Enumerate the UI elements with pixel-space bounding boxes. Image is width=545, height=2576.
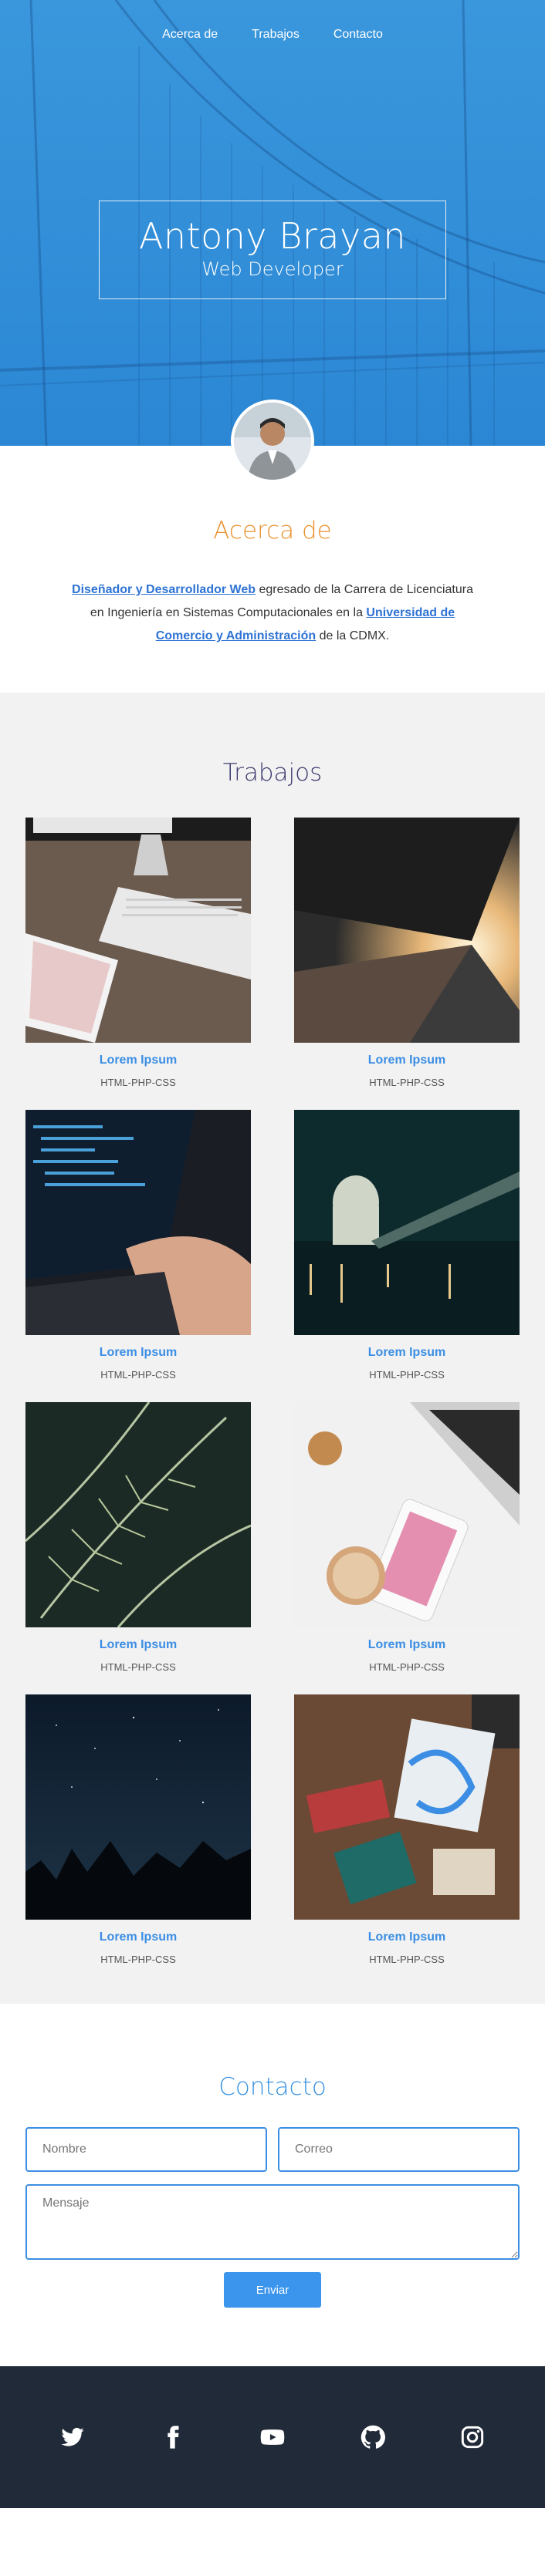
work-title[interactable]: Lorem Ipsum — [25, 1638, 251, 1652]
name-input[interactable] — [25, 2127, 267, 2172]
work-card[interactable]: Lorem Ipsum HTML-PHP-CSS — [294, 1402, 520, 1673]
hero-section: Acerca de Trabajos Contacto Antony Braya… — [0, 0, 545, 446]
work-image-city-night[interactable] — [294, 1110, 520, 1335]
message-input[interactable] — [25, 2184, 520, 2260]
about-text: Diseñador y Desarrollador Web egresado d… — [72, 578, 473, 648]
nav-link-acerca[interactable]: Acerca de — [145, 28, 235, 42]
work-image-laptop-code[interactable] — [25, 1110, 251, 1335]
hero-name: Antony Brayan — [138, 215, 407, 257]
contact-title: Contacto — [218, 2073, 327, 2101]
contact-section: Contacto Enviar — [0, 2004, 545, 2366]
work-title[interactable]: Lorem Ipsum — [25, 1930, 251, 1944]
twitter-icon[interactable] — [60, 2425, 85, 2450]
works-grid: Lorem Ipsum HTML-PHP-CSS Lorem Ipsum HTM… — [25, 818, 520, 1965]
work-subtitle: HTML-PHP-CSS — [369, 1661, 445, 1673]
social-links — [60, 2425, 485, 2450]
email-input[interactable] — [278, 2127, 520, 2172]
work-title[interactable]: Lorem Ipsum — [294, 1054, 520, 1067]
hero-title-box: Antony Brayan Web Developer — [99, 201, 446, 299]
avatar — [231, 400, 314, 483]
works-section: Trabajos Lorem Ipsum HTML-PHP-CSS Lorem … — [0, 693, 545, 2004]
about-section: Acerca de Diseñador y Desarrollador Web … — [0, 446, 545, 693]
work-image-imac-ipad[interactable] — [25, 818, 251, 1043]
work-subtitle: HTML-PHP-CSS — [100, 1077, 176, 1088]
work-title[interactable]: Lorem Ipsum — [294, 1638, 520, 1652]
work-card[interactable]: Lorem Ipsum HTML-PHP-CSS — [294, 818, 520, 1088]
work-image-ferns[interactable] — [25, 1402, 251, 1627]
nav-link-contacto[interactable]: Contacto — [317, 28, 400, 42]
works-title: Trabajos — [222, 759, 323, 787]
work-card[interactable]: Lorem Ipsum HTML-PHP-CSS — [294, 1694, 520, 1965]
work-card[interactable]: Lorem Ipsum HTML-PHP-CSS — [25, 1694, 251, 1965]
about-title: Acerca de — [213, 517, 332, 545]
send-button[interactable]: Enviar — [224, 2272, 321, 2308]
work-image-train-station[interactable] — [294, 818, 520, 1043]
work-subtitle: HTML-PHP-CSS — [369, 1369, 445, 1381]
work-subtitle: HTML-PHP-CSS — [369, 1077, 445, 1088]
about-link-profession[interactable]: Diseñador y Desarrollador Web — [72, 583, 256, 596]
main-nav: Acerca de Trabajos Contacto — [0, 28, 545, 42]
work-title[interactable]: Lorem Ipsum — [294, 1930, 520, 1944]
instagram-icon[interactable] — [460, 2425, 485, 2450]
work-subtitle: HTML-PHP-CSS — [369, 1954, 445, 1965]
nav-link-trabajos[interactable]: Trabajos — [235, 28, 317, 42]
work-title[interactable]: Lorem Ipsum — [294, 1346, 520, 1360]
work-card[interactable]: Lorem Ipsum HTML-PHP-CSS — [294, 1110, 520, 1381]
work-card[interactable]: Lorem Ipsum HTML-PHP-CSS — [25, 1110, 251, 1381]
work-card[interactable]: Lorem Ipsum HTML-PHP-CSS — [25, 1402, 251, 1673]
work-image-phone-desk[interactable] — [294, 1402, 520, 1627]
work-image-starry-night[interactable] — [25, 1694, 251, 1920]
youtube-icon[interactable] — [260, 2425, 285, 2450]
work-subtitle: HTML-PHP-CSS — [100, 1661, 176, 1673]
work-subtitle: HTML-PHP-CSS — [100, 1954, 176, 1965]
footer — [0, 2366, 545, 2508]
work-title[interactable]: Lorem Ipsum — [25, 1346, 251, 1360]
hero-role: Web Developer — [201, 258, 344, 280]
work-title[interactable]: Lorem Ipsum — [25, 1054, 251, 1067]
github-icon[interactable] — [361, 2425, 385, 2450]
facebook-icon[interactable] — [161, 2425, 185, 2450]
about-text-part2: de la CDMX. — [316, 629, 390, 642]
contact-form: Enviar — [25, 2127, 520, 2308]
work-card[interactable]: Lorem Ipsum HTML-PHP-CSS — [25, 818, 251, 1088]
work-subtitle: HTML-PHP-CSS — [100, 1369, 176, 1381]
work-image-design-desk[interactable] — [294, 1694, 520, 1920]
